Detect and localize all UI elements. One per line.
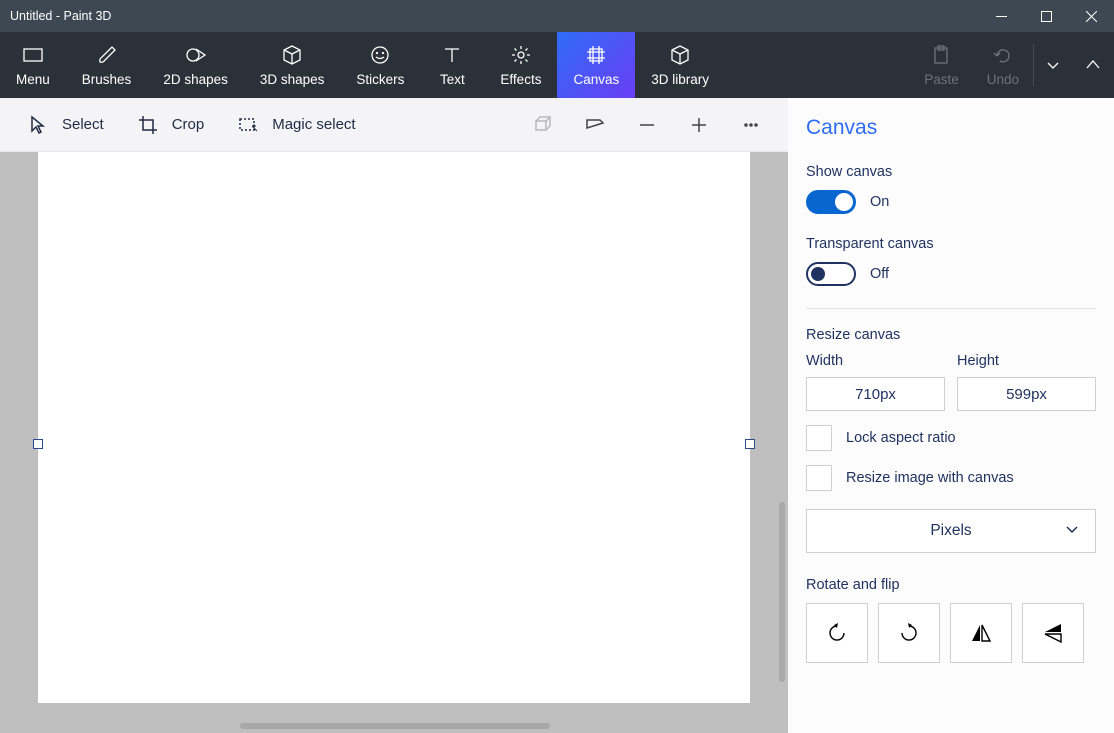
undo-button: Undo bbox=[973, 32, 1033, 98]
3d-shapes-label: 3D shapes bbox=[260, 72, 325, 87]
menu-icon bbox=[22, 44, 44, 66]
height-input[interactable] bbox=[957, 377, 1096, 411]
rotate-flip-label: Rotate and flip bbox=[806, 577, 1096, 593]
mixed-reality-button[interactable] bbox=[572, 105, 618, 145]
brush-icon bbox=[96, 44, 118, 66]
resize-canvas-label: Resize canvas bbox=[806, 327, 1096, 343]
toolbar: Select Crop Magic select bbox=[0, 98, 788, 152]
more-dropdown[interactable] bbox=[1034, 32, 1072, 98]
menu-button[interactable]: Menu bbox=[0, 32, 66, 98]
maximize-button[interactable] bbox=[1024, 0, 1069, 32]
stickers-tab[interactable]: Stickers bbox=[340, 32, 420, 98]
show-canvas-toggle[interactable] bbox=[806, 190, 856, 214]
minimize-button[interactable] bbox=[979, 0, 1024, 32]
effects-icon bbox=[510, 44, 532, 66]
canvas[interactable] bbox=[38, 152, 750, 703]
2d-shapes-tab[interactable]: 2D shapes bbox=[147, 32, 244, 98]
rotate-left-button[interactable] bbox=[806, 603, 868, 663]
resize-image-checkbox[interactable] bbox=[806, 465, 832, 491]
flip-horizontal-button[interactable] bbox=[950, 603, 1012, 663]
resize-image-label: Resize image with canvas bbox=[846, 470, 1014, 486]
3d-shapes-tab[interactable]: 3D shapes bbox=[244, 32, 341, 98]
magic-select-tool[interactable]: Magic select bbox=[224, 109, 369, 141]
chevron-down-icon bbox=[1042, 54, 1064, 76]
3d-view-button[interactable] bbox=[520, 105, 566, 145]
horizontal-scrollbar[interactable] bbox=[240, 723, 550, 729]
window-title: Untitled - Paint 3D bbox=[0, 9, 979, 23]
undo-icon bbox=[992, 44, 1014, 66]
canvas-icon bbox=[585, 44, 607, 66]
title-bar: Untitled - Paint 3D bbox=[0, 0, 1114, 32]
lock-aspect-label: Lock aspect ratio bbox=[846, 430, 956, 446]
resize-handle-right[interactable] bbox=[745, 439, 755, 449]
transparent-canvas-label: Transparent canvas bbox=[806, 236, 1096, 252]
3d-library-label: 3D library bbox=[651, 72, 709, 87]
select-label: Select bbox=[62, 116, 104, 133]
undo-label: Undo bbox=[987, 72, 1019, 87]
rotate-right-button[interactable] bbox=[878, 603, 940, 663]
brushes-tab[interactable]: Brushes bbox=[66, 32, 148, 98]
transparent-canvas-state: Off bbox=[870, 266, 889, 282]
show-canvas-state: On bbox=[870, 194, 889, 210]
units-select[interactable]: Pixels bbox=[806, 509, 1096, 553]
magic-select-label: Magic select bbox=[272, 116, 355, 133]
effects-tab[interactable]: Effects bbox=[484, 32, 557, 98]
text-icon bbox=[441, 44, 463, 66]
select-tool[interactable]: Select bbox=[14, 109, 118, 141]
effects-label: Effects bbox=[500, 72, 541, 87]
3d-shapes-icon bbox=[281, 44, 303, 66]
units-value: Pixels bbox=[930, 522, 971, 540]
crop-label: Crop bbox=[172, 116, 205, 133]
zoom-out-button[interactable] bbox=[624, 105, 670, 145]
chevron-up-icon bbox=[1082, 54, 1104, 76]
stickers-label: Stickers bbox=[356, 72, 404, 87]
show-canvas-label: Show canvas bbox=[806, 164, 1096, 180]
ribbon: Menu Brushes 2D shapes 3D shapes Sticker… bbox=[0, 32, 1114, 98]
chevron-down-icon bbox=[1065, 522, 1079, 541]
text-tab[interactable]: Text bbox=[420, 32, 484, 98]
2d-shapes-icon bbox=[185, 44, 207, 66]
canvas-tab[interactable]: Canvas bbox=[557, 32, 635, 98]
stickers-icon bbox=[369, 44, 391, 66]
width-input[interactable] bbox=[806, 377, 945, 411]
brushes-label: Brushes bbox=[82, 72, 132, 87]
width-label: Width bbox=[806, 353, 945, 369]
3d-library-icon bbox=[669, 44, 691, 66]
height-label: Height bbox=[957, 353, 1096, 369]
canvas-panel: Canvas Show canvas On Transparent canvas… bbox=[788, 98, 1114, 733]
text-label: Text bbox=[440, 72, 465, 87]
transparent-canvas-toggle[interactable] bbox=[806, 262, 856, 286]
collapse-panel-button[interactable] bbox=[1072, 32, 1114, 98]
vertical-scrollbar[interactable] bbox=[779, 502, 785, 682]
3d-library-tab[interactable]: 3D library bbox=[635, 32, 725, 98]
crop-icon bbox=[138, 115, 158, 135]
magic-select-icon bbox=[238, 115, 258, 135]
paste-label: Paste bbox=[924, 72, 959, 87]
paste-button: Paste bbox=[910, 32, 973, 98]
canvas-area[interactable] bbox=[0, 152, 788, 733]
crop-tool[interactable]: Crop bbox=[124, 109, 219, 141]
paste-icon bbox=[930, 44, 952, 66]
resize-handle-left[interactable] bbox=[33, 439, 43, 449]
menu-label: Menu bbox=[16, 72, 50, 87]
more-options-button[interactable] bbox=[728, 105, 774, 145]
lock-aspect-checkbox[interactable] bbox=[806, 425, 832, 451]
close-button[interactable] bbox=[1069, 0, 1114, 32]
2d-shapes-label: 2D shapes bbox=[163, 72, 228, 87]
flip-vertical-button[interactable] bbox=[1022, 603, 1084, 663]
canvas-label: Canvas bbox=[573, 72, 619, 87]
zoom-in-button[interactable] bbox=[676, 105, 722, 145]
divider bbox=[806, 308, 1096, 309]
cursor-icon bbox=[28, 115, 48, 135]
panel-title: Canvas bbox=[806, 116, 1096, 140]
